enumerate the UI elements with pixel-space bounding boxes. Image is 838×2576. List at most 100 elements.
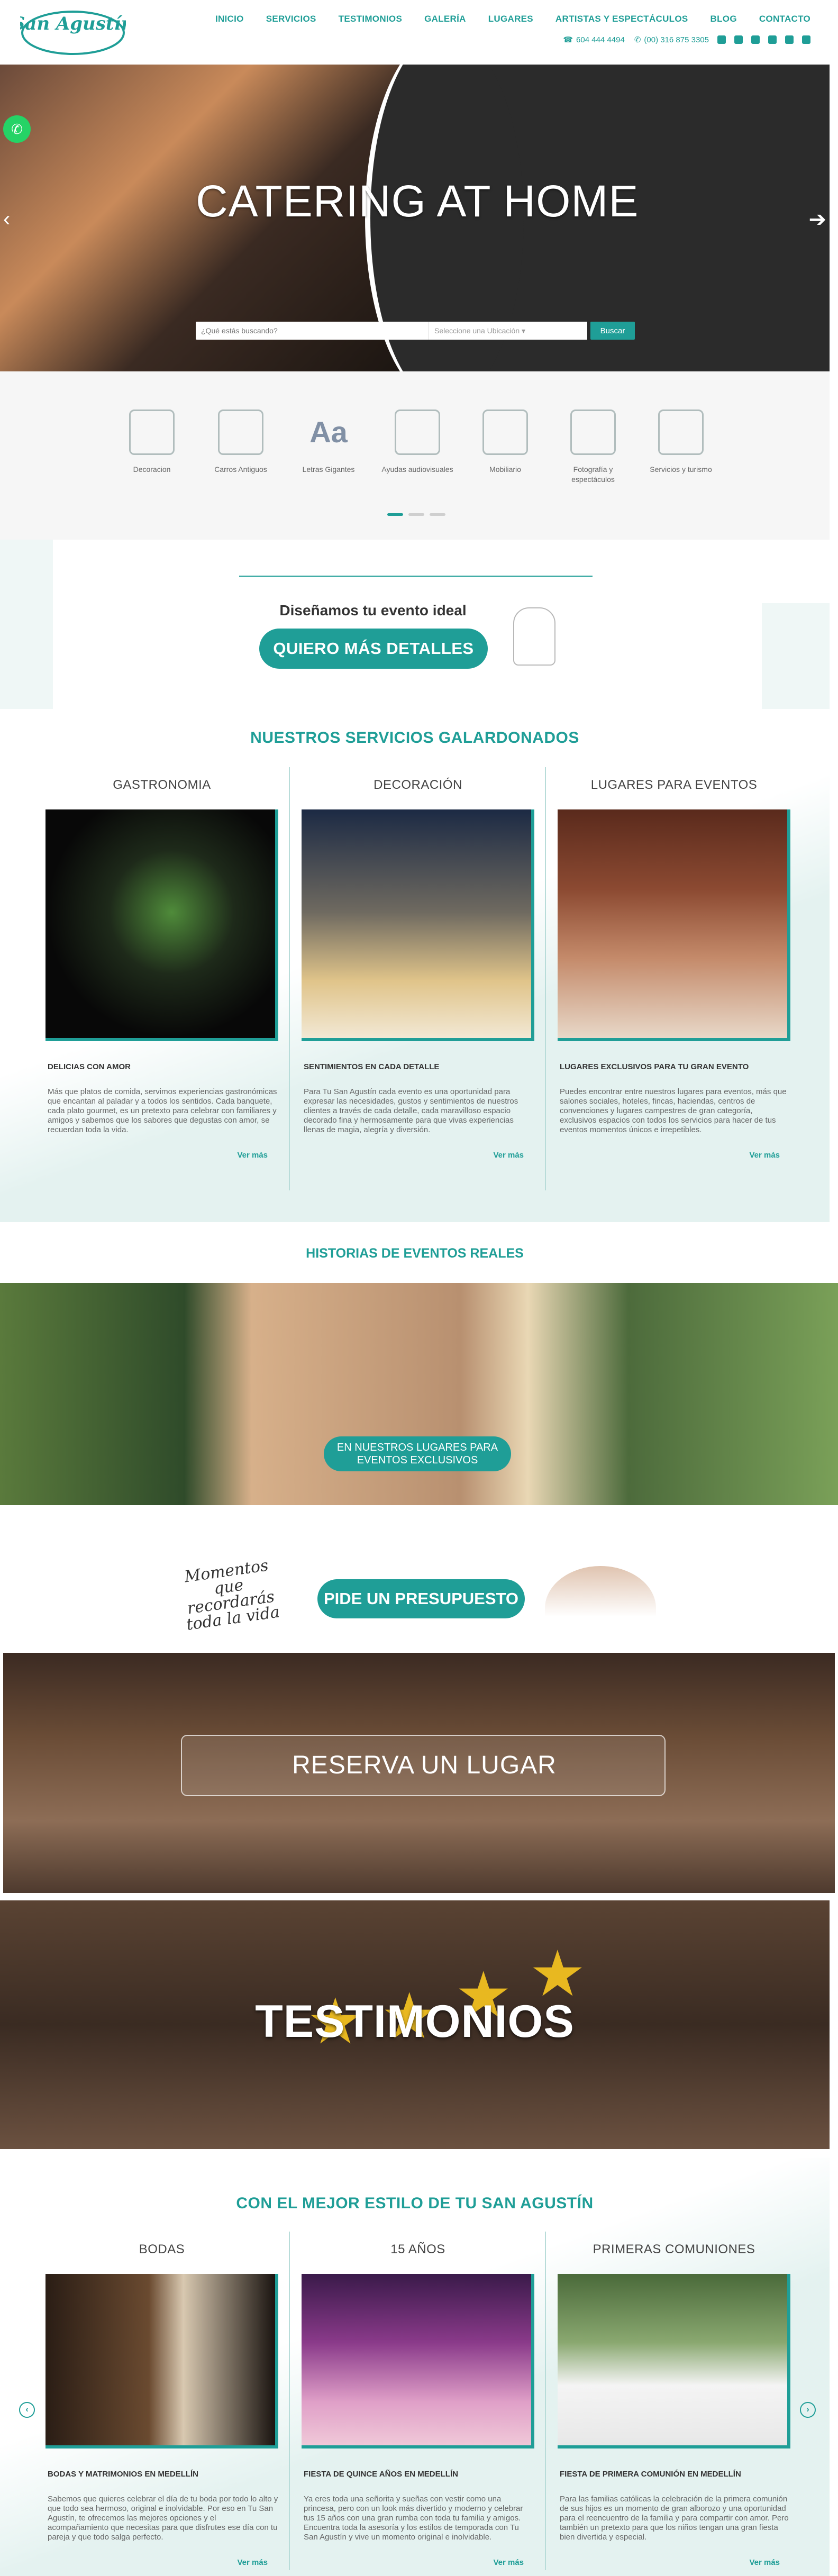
style-title: CON EL MEJOR ESTILO DE TU SAN AGUSTÍN [236,2195,594,2212]
event-card-subtitle: BODAS Y MATRIMONIOS EN MEDELLÍN [48,2470,199,2479]
quinceanera-image[interactable] [302,2274,534,2448]
service-card-text: Más que platos de comida, servimos exper… [48,1087,277,1134]
youtube-icon[interactable] [751,35,760,44]
column-divider [289,767,290,1190]
category-item[interactable]: Mobiliario [466,409,545,475]
travel-icon [658,409,704,455]
services-title: NUESTROS SERVICIOS GALARDONADOS [250,729,579,747]
see-more-link[interactable]: Ver más [40,1151,268,1160]
phone-icon: ☎ [563,35,573,44]
logo[interactable]: San Agustín [12,5,134,56]
leaf-decoration [0,540,53,709]
service-card-subtitle: SENTIMIENTOS EN CADA DETALLE [304,1062,440,1071]
nav-galeria[interactable]: GALERÍA [424,14,466,24]
pinterest-icon[interactable] [768,35,777,44]
event-card-text: Ya eres toda una señorita y sueñas con v… [304,2495,523,2542]
event-card: PRIMERAS COMUNIONES FIESTA DE PRIMERA CO… [552,2242,796,2567]
category-item[interactable]: Servicios y turismo [641,409,721,475]
location-placeholder: Seleccione una Ubicación [434,326,520,335]
hero-banner: CATERING AT HOME ‹ ➔ Seleccione una Ubic… [0,65,830,371]
weddings-image[interactable] [45,2274,278,2448]
testimonials-banner[interactable]: ★ ★ ★ ★ TESTIMONIOS [0,1900,830,2149]
service-card-subtitle: DELICIAS CON AMOR [48,1062,131,1071]
event-card: BODAS BODAS Y MATRIMONIOS EN MEDELLÍN Sa… [40,2242,284,2567]
carousel-dots [387,513,445,516]
phone-2[interactable]: (00) 316 875 3305 [644,35,709,44]
design-title: Diseñamos tu evento ideal [279,602,467,618]
gastronomy-image[interactable] [45,809,278,1041]
services-section: NUESTROS SERVICIOS GALARDONADOS GASTRONO… [0,709,830,1222]
whatsapp-float-icon[interactable]: ✆ [3,115,31,143]
see-more-link[interactable]: Ver más [40,2558,268,2567]
search-button[interactable]: Buscar [590,322,635,340]
category-item[interactable]: Carros Antiguos [201,409,280,475]
service-card-subtitle: LUGARES EXCLUSIVOS PARA TU GRAN EVENTO [560,1062,749,1071]
camera-icon [570,409,616,455]
service-card-title: DECORACIÓN [374,778,462,792]
flickr-icon[interactable] [785,35,794,44]
style-section: CON EL MEJOR ESTILO DE TU SAN AGUSTÍN ‹ … [0,2158,830,2576]
location-select[interactable]: Seleccione una Ubicación ▾ [429,322,587,340]
see-more-link[interactable]: Ver más [552,1151,780,1160]
hero-title: CATERING AT HOME [196,176,639,226]
category-item[interactable]: Fotografía y espectáculos [553,409,633,485]
phone-1[interactable]: 604 444 4494 [576,35,625,44]
nav-blog[interactable]: BLOG [711,14,737,24]
hero-next-arrow-icon[interactable]: ➔ [808,207,826,232]
service-card-title: GASTRONOMIA [113,778,211,792]
next-arrow-icon[interactable]: › [800,2402,816,2418]
category-label: Servicios y turismo [650,465,712,474]
nav-lugares[interactable]: LUGARES [488,14,533,24]
reserve-button[interactable]: RESERVA UN LUGAR [181,1735,666,1796]
testimonials-title: TESTIMONIOS [255,1996,575,2047]
event-card: 15 AÑOS FIESTA DE QUINCE AÑOS EN MEDELLÍ… [296,2242,540,2567]
event-card-title: PRIMERAS COMUNIONES [593,2242,755,2256]
nav-servicios[interactable]: SERVICIOS [266,14,316,24]
category-item[interactable]: Ayudas audiovisuales [378,409,457,475]
category-item[interactable]: Aa Letras Gigantes [289,409,368,475]
category-label: Fotografía y espectáculos [571,465,615,484]
assistant-image [545,1566,656,1651]
facebook-icon[interactable] [717,35,726,44]
category-item[interactable]: Decoracion [112,409,192,475]
nav-testimonios[interactable]: TESTIMONIOS [339,14,402,24]
see-more-link[interactable]: Ver más [296,2558,524,2567]
carousel-dot[interactable] [430,513,445,516]
carousel-dot[interactable] [387,513,403,516]
carousel-dot[interactable] [408,513,424,516]
exclusive-venues-button[interactable]: EN NUESTROS LUGARES PARA EVENTOS EXCLUSI… [324,1436,511,1471]
venues-image[interactable] [558,809,790,1041]
column-divider [289,2232,290,2570]
stories-banner: EN NUESTROS LUGARES PARA EVENTOS EXCLUSI… [0,1283,838,1505]
decoration-icon [129,409,175,455]
search-input[interactable] [196,322,429,340]
event-card-title: 15 AÑOS [390,2242,445,2256]
site-header: San Agustín INICIO SERVICIOS TESTIMONIOS… [0,0,838,65]
hero-prev-arrow-icon[interactable]: ‹ [3,207,10,231]
request-quote-button[interactable]: PIDE UN PRESUPUESTO [317,1579,525,1618]
service-card: DECORACIÓN SENTIMIENTOS EN CADA DETALLE … [296,778,540,1160]
instagram-icon[interactable] [734,35,743,44]
event-card-subtitle: FIESTA DE PRIMERA COMUNIÓN EN MEDELLÍN [560,2470,741,2479]
furniture-icon [482,409,528,455]
service-card-text: Para Tu San Agustín cada evento es una o… [304,1087,518,1134]
more-details-button[interactable]: QUIERO MÁS DETALLES [259,629,488,669]
service-card: LUGARES PARA EVENTOS LUGARES EXCLUSIVOS … [552,778,796,1160]
event-card-text: Para las familias católicas la celebraci… [560,2495,789,2542]
service-card-title: LUGARES PARA EVENTOS [590,778,758,792]
whatsapp-icon[interactable] [802,35,810,44]
main-nav: INICIO SERVICIOS TESTIMONIOS GALERÍA LUG… [193,14,810,24]
nav-artistas[interactable]: ARTISTAS Y ESPECTÁCULOS [555,14,688,24]
reserve-title: RESERVA UN LUGAR [292,1751,557,1779]
categories-carousel: Decoracion Carros Antiguos Aa Letras Giga… [0,371,830,540]
category-label: Mobiliario [489,465,521,474]
decoration-image[interactable] [302,809,534,1041]
stories-title: HISTORIAS DE EVENTOS REALES [306,1246,524,1261]
nav-contacto[interactable]: CONTACTO [759,14,810,24]
see-more-link[interactable]: Ver más [552,2558,780,2567]
see-more-link[interactable]: Ver más [296,1151,524,1160]
nav-inicio[interactable]: INICIO [215,14,244,24]
communion-image[interactable] [558,2274,790,2448]
prev-arrow-icon[interactable]: ‹ [19,2402,35,2418]
champagne-glasses-icon [513,607,555,666]
